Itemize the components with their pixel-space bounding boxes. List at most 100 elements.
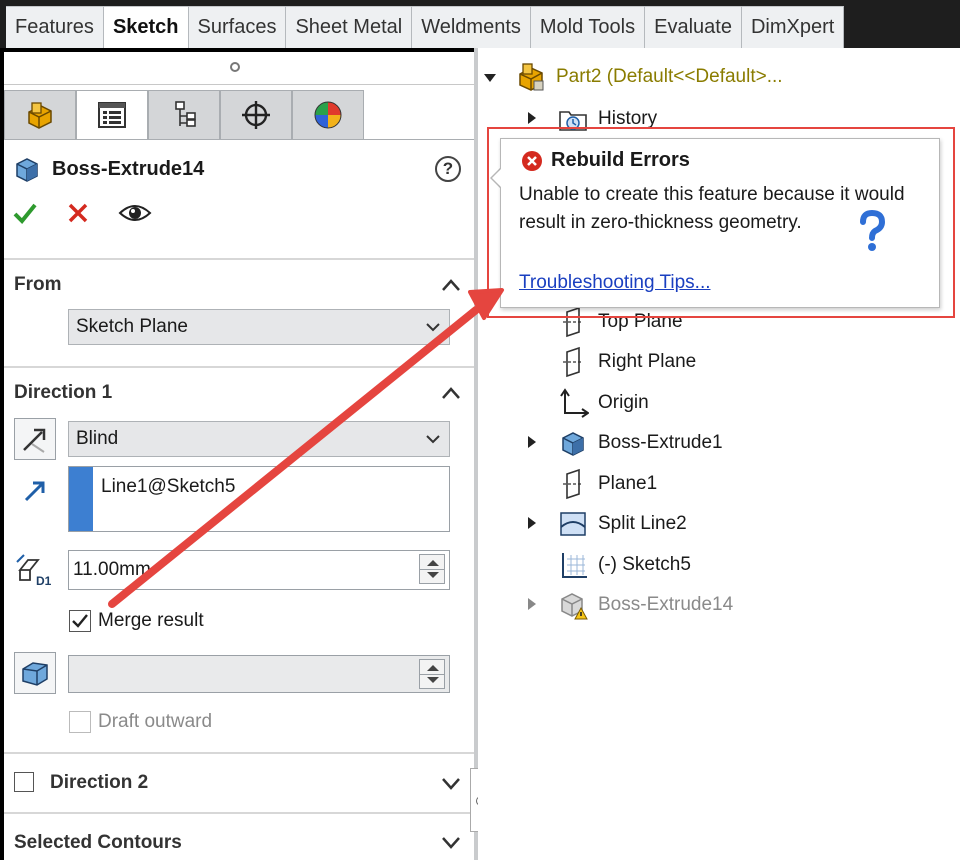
collapse-chevron-icon[interactable] — [440, 276, 462, 294]
property-manager-icon — [98, 102, 126, 128]
tree-item-label: (-) Sketch5 — [598, 554, 691, 575]
chevron-down-icon — [426, 323, 440, 332]
chevron-down-icon — [426, 435, 440, 444]
reverse-direction-icon — [23, 428, 46, 453]
draft-outward-label: Draft outward — [98, 711, 213, 732]
extrude-icon — [556, 426, 590, 460]
draft-outward-checkbox[interactable] — [69, 711, 91, 733]
merge-result-checkbox[interactable] — [69, 610, 91, 632]
plane-icon — [556, 467, 590, 501]
tab-sketch[interactable]: Sketch — [103, 6, 189, 48]
expand-arrow-icon[interactable] — [528, 112, 536, 124]
command-manager-tabbar: Features Sketch Surfaces Sheet Metal Wel… — [0, 0, 960, 48]
direction-reference-item[interactable]: Line1@Sketch5 — [101, 476, 235, 498]
tree-item-label: Boss-Extrude14 — [598, 594, 734, 615]
tree-item-label: Origin — [598, 392, 649, 413]
spin-down-icon[interactable] — [427, 677, 439, 683]
tree-item-sketch5[interactable]: (-) Sketch5 — [556, 548, 691, 582]
depth-spinner[interactable] — [419, 554, 445, 584]
divider — [4, 366, 474, 368]
draft-spinner[interactable] — [419, 659, 445, 689]
panel-resize-handle[interactable] — [230, 62, 240, 72]
tab-sheet-metal[interactable]: Sheet Metal — [286, 6, 413, 48]
boss-extrude-icon — [16, 158, 38, 182]
depth-input[interactable]: 11.00mm — [68, 550, 450, 590]
draft-angle-input[interactable] — [68, 655, 450, 693]
tab-surfaces[interactable]: Surfaces — [188, 6, 287, 48]
dimxpert-manager-icon — [242, 101, 270, 129]
checkmark-icon — [72, 614, 88, 628]
divider — [4, 812, 474, 814]
configuration-manager-icon — [175, 101, 196, 127]
tree-item-label: Split Line2 — [598, 513, 687, 534]
draft-toggle-button[interactable] — [14, 652, 56, 694]
tree-item-boss-extrude1[interactable]: Boss-Extrude1 — [556, 426, 723, 460]
annotation-highlight-box — [487, 127, 955, 318]
reverse-direction-button[interactable] — [14, 418, 56, 460]
tree-item-plane1[interactable]: Plane1 — [556, 467, 657, 501]
property-manager-panel: Boss-Extrude14 ? From Sketch Plane Direc… — [4, 52, 474, 860]
tab-evaluate[interactable]: Evaluate — [645, 6, 742, 48]
spin-up-icon[interactable] — [427, 560, 439, 566]
tree-item-boss-extrude14[interactable]: Boss-Extrude14 — [556, 588, 733, 622]
spin-up-icon[interactable] — [427, 665, 439, 671]
selected-contours-section-title: Selected Contours — [14, 832, 182, 853]
spin-down-icon[interactable] — [427, 572, 439, 578]
tree-item-label: Plane1 — [598, 473, 658, 494]
expand-chevron-icon[interactable] — [440, 774, 462, 792]
end-condition-select[interactable]: Blind — [68, 421, 450, 457]
help-icon[interactable]: ? — [435, 156, 461, 182]
tree-root-part[interactable]: Part2 (Default<<Default>... — [514, 60, 783, 94]
tab-weldments[interactable]: Weldments — [412, 6, 531, 48]
direction2-section-title: Direction 2 — [50, 772, 149, 793]
expand-chevron-icon[interactable] — [440, 833, 462, 851]
display-manager-icon — [314, 101, 342, 129]
origin-icon — [556, 386, 590, 420]
cancel-x-icon[interactable] — [66, 201, 90, 225]
property-manager-tab[interactable] — [76, 90, 148, 140]
part-icon — [514, 60, 548, 94]
direction2-checkbox[interactable] — [14, 772, 34, 792]
tree-item-label: Boss-Extrude1 — [598, 432, 723, 453]
feature-title: Boss-Extrude14 — [52, 157, 205, 180]
action-buttons — [12, 200, 152, 226]
tree-item-split-line2[interactable]: Split Line2 — [556, 507, 687, 541]
ok-check-icon[interactable] — [12, 200, 38, 226]
divider — [4, 752, 474, 754]
feature-header: Boss-Extrude14 ? — [12, 152, 467, 186]
tree-item-label: Right Plane — [598, 351, 697, 372]
from-select-value: Sketch Plane — [76, 316, 188, 337]
expand-arrow-icon[interactable] — [528, 436, 536, 448]
depth-value: 11.00mm — [73, 559, 151, 580]
command-manager-tabs: Features Sketch Surfaces Sheet Metal Wel… — [6, 6, 845, 48]
tree-item-origin[interactable]: Origin — [556, 386, 649, 420]
from-select[interactable]: Sketch Plane — [68, 309, 450, 345]
split-line-icon — [556, 507, 590, 541]
manager-tabs — [4, 90, 364, 140]
tab-dimxpert[interactable]: DimXpert — [741, 6, 845, 48]
collapse-chevron-icon[interactable] — [440, 384, 462, 402]
divider — [420, 674, 444, 675]
dimxpert-manager-tab[interactable] — [220, 90, 292, 140]
feature-manager-tab[interactable] — [4, 90, 76, 140]
preview-eye-icon[interactable] — [118, 201, 152, 225]
direction-vector-icon — [24, 481, 45, 502]
depth-icon-label: D1 — [36, 574, 52, 588]
merge-result-label: Merge result — [98, 610, 204, 631]
display-manager-tab[interactable] — [292, 90, 364, 140]
tab-mold-tools[interactable]: Mold Tools — [530, 6, 646, 48]
sketch-icon — [556, 548, 590, 582]
direction-reference-list[interactable]: Line1@Sketch5 — [68, 466, 450, 532]
expand-arrow-icon[interactable] — [528, 517, 536, 529]
expand-arrow-icon[interactable] — [528, 598, 536, 610]
tab-features[interactable]: Features — [6, 6, 104, 48]
divider — [4, 139, 474, 140]
draft-icon — [22, 662, 48, 686]
configuration-manager-tab[interactable] — [148, 90, 220, 140]
divider — [4, 84, 474, 85]
collapse-arrow-icon[interactable] — [484, 74, 496, 82]
feature-manager-icon — [28, 102, 52, 129]
divider — [420, 569, 444, 570]
from-section-title: From — [14, 274, 62, 295]
tree-item-right-plane[interactable]: Right Plane — [556, 345, 696, 379]
